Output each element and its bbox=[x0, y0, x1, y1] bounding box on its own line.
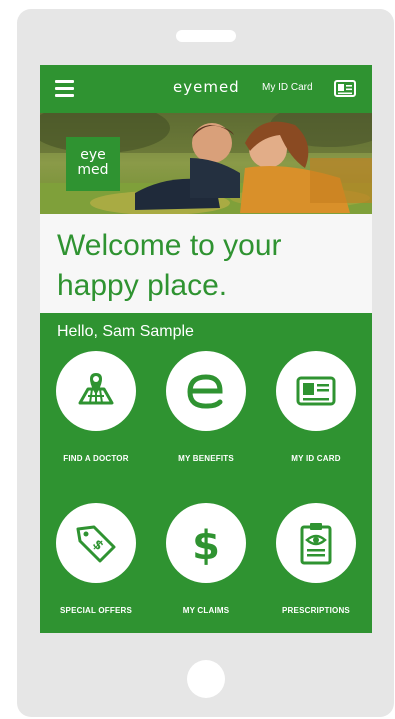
welcome-banner: Welcome to your happy place. bbox=[40, 214, 372, 313]
tile-special-offers[interactable]: $ SPECIAL OFFERS bbox=[41, 503, 151, 615]
tile-circle bbox=[56, 351, 136, 431]
tile-label: SPECIAL OFFERS bbox=[60, 606, 132, 615]
tile-circle bbox=[276, 503, 356, 583]
my-id-card-link[interactable]: My ID Card bbox=[262, 82, 313, 93]
welcome-headline: Welcome to your happy place. bbox=[57, 229, 282, 302]
logo-line-med: med bbox=[77, 162, 109, 178]
tile-circle bbox=[166, 351, 246, 431]
tile-my-claims[interactable]: $ MY CLAIMS bbox=[151, 503, 261, 615]
tile-label: FIND A DOCTOR bbox=[63, 454, 129, 463]
hero-photo: eye med bbox=[40, 113, 372, 214]
price-tag-icon: $ bbox=[76, 525, 116, 563]
eyemed-logo-badge: eye med bbox=[66, 137, 120, 191]
tile-label: PRESCRIPTIONS bbox=[282, 606, 350, 615]
dollar-icon: $ bbox=[192, 523, 220, 565]
app-screen: eyemed My ID Card eye med Welcome to you… bbox=[40, 65, 372, 633]
tile-my-id-card[interactable]: MY ID CARD bbox=[261, 351, 371, 463]
svg-text:$: $ bbox=[192, 523, 220, 565]
hamburger-menu-icon[interactable] bbox=[55, 80, 74, 98]
user-greeting: Hello, Sam Sample bbox=[57, 323, 194, 340]
prescription-clipboard-icon bbox=[300, 523, 332, 565]
tile-my-benefits[interactable]: MY BENEFITS bbox=[151, 351, 261, 463]
tile-label: MY CLAIMS bbox=[182, 606, 230, 615]
tile-circle: $ bbox=[166, 503, 246, 583]
logo-line-eye: eye bbox=[80, 147, 106, 163]
tile-label: MY ID CARD bbox=[291, 454, 341, 463]
tile-find-a-doctor[interactable]: FIND A DOCTOR bbox=[41, 351, 151, 463]
id-card-icon[interactable] bbox=[334, 80, 356, 97]
tile-label: MY BENEFITS bbox=[178, 454, 234, 463]
app-header: eyemed My ID Card bbox=[40, 65, 372, 113]
brand-logo: eyemed bbox=[173, 78, 240, 96]
id-card-icon bbox=[296, 376, 336, 406]
eyemed-e-icon bbox=[187, 374, 223, 409]
tile-prescriptions[interactable]: PRESCRIPTIONS bbox=[261, 503, 371, 615]
phone-home-button[interactable] bbox=[187, 660, 225, 698]
tile-circle: $ bbox=[56, 503, 136, 583]
tile-circle bbox=[276, 351, 356, 431]
phone-speaker bbox=[176, 30, 236, 42]
map-pin-icon bbox=[78, 373, 114, 405]
